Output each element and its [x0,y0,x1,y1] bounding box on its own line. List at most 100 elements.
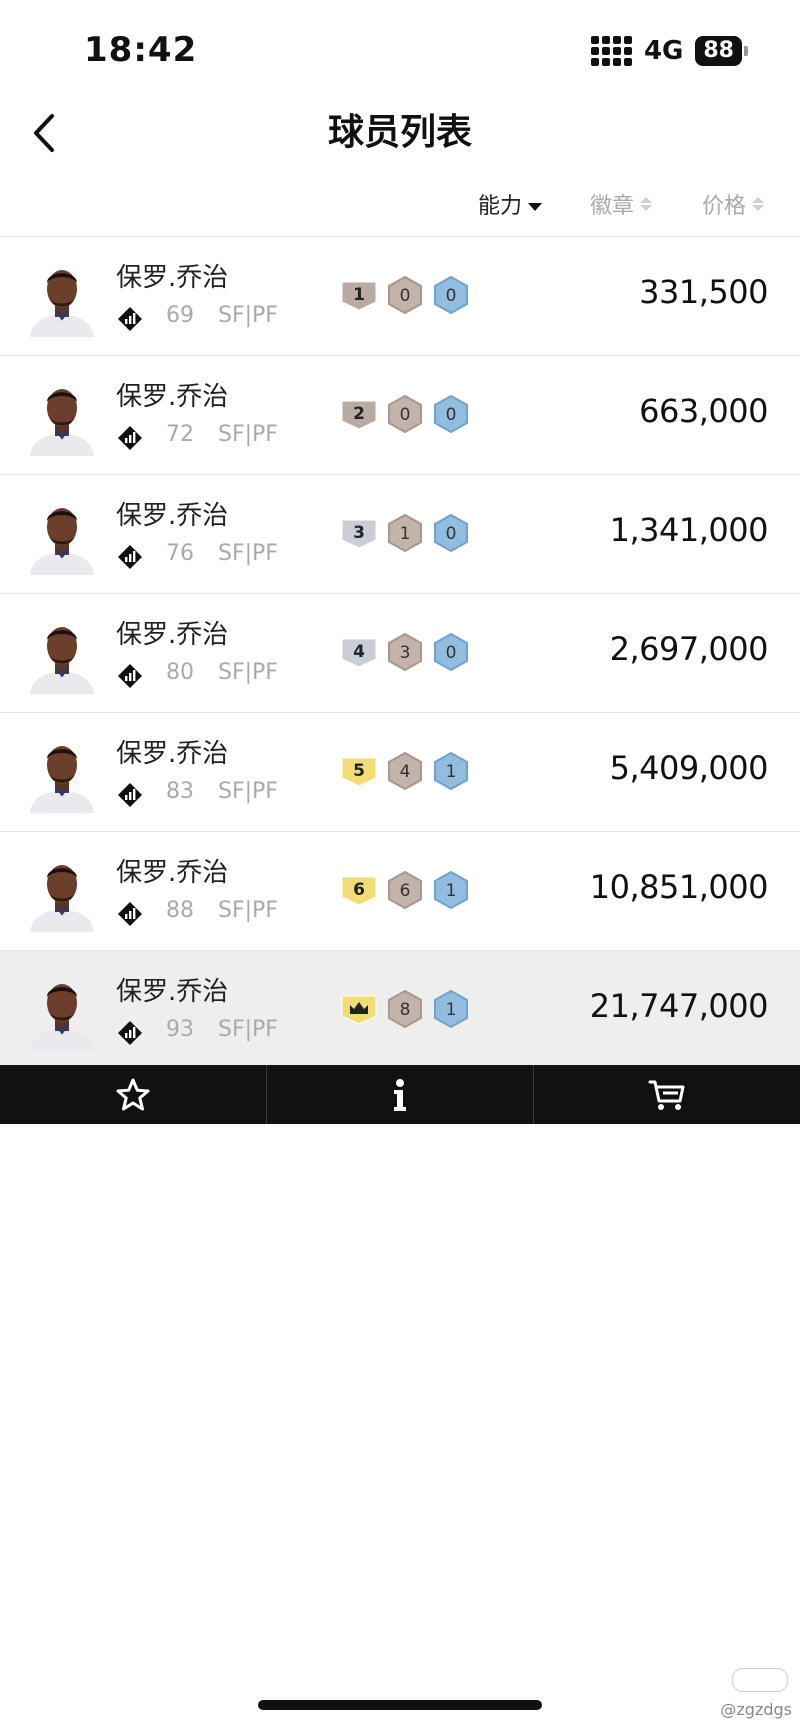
bronze-badge-count: 4 [400,762,411,782]
badge-group: 1 0 0 [340,275,470,315]
rating-icon [118,1021,142,1045]
sort-badge[interactable]: 徽章 [590,188,653,220]
blue-badge: 1 [434,751,468,791]
player-row[interactable]: 保罗.乔治 69 SF|PF 1 0 0 331,500 [0,237,800,356]
player-name: 保罗.乔治 [116,263,229,293]
blue-badge: 1 [434,870,468,910]
level-number: 6 [353,880,365,900]
level-badge: 2 [341,400,377,430]
tab-cart[interactable] [534,1065,800,1124]
level-number: 4 [353,642,365,662]
bronze-badge-count: 0 [400,286,411,306]
level-number: 3 [353,523,365,543]
player-avatar [28,378,96,456]
player-rating: 69 [166,303,194,328]
player-position: SF|PF [218,660,278,685]
bronze-badge-count: 6 [400,881,411,901]
player-name: 保罗.乔治 [116,858,229,888]
bronze-badge: 6 [388,870,422,910]
player-row[interactable]: 保罗.乔治 93 SF|PF 81 21,747,000 [0,951,800,1070]
bronze-badge: 0 [388,394,422,434]
rating-icon [118,783,142,807]
signal-icon [590,36,632,66]
player-avatar [28,259,96,337]
player-position: SF|PF [218,422,278,447]
sort-ability[interactable]: 能力 [478,188,543,220]
blue-badge-count: 0 [446,286,457,306]
player-position: SF|PF [218,541,278,566]
blue-badge: 0 [434,513,468,553]
player-position: SF|PF [218,779,278,804]
player-row[interactable]: 保罗.乔治 76 SF|PF 3 1 0 1,341,000 [0,475,800,594]
level-badge: 4 [341,638,377,668]
player-position: SF|PF [218,1017,278,1042]
sort-price[interactable]: 价格 [702,188,765,220]
player-name: 保罗.乔治 [116,739,229,769]
bronze-badge-count: 8 [400,1000,411,1020]
player-avatar [28,854,96,932]
status-indicators: 4G 88 [590,36,748,66]
player-name: 保罗.乔治 [116,382,229,412]
level-badge: 5 [341,757,377,787]
cart-icon [648,1080,685,1110]
bronze-badge: 3 [388,632,422,672]
rating-icon [118,664,142,688]
badge-group: 81 [340,989,470,1029]
player-price: 663,000 [639,392,768,430]
player-price: 1,341,000 [609,511,769,549]
bronze-badge-count: 3 [400,643,411,663]
network-label: 4G [643,36,684,66]
level-badge [341,995,377,1025]
player-price: 10,851,000 [589,868,769,906]
badge-group: 3 1 0 [340,513,470,553]
sort-price-label: 价格 [702,194,747,219]
blue-badge: 0 [434,394,468,434]
caret-down-icon [528,203,543,211]
player-row[interactable]: 保罗.乔治 72 SF|PF 2 0 0 663,000 [0,356,800,475]
player-avatar [28,616,96,694]
sort-arrows-icon [640,197,653,211]
rating-icon [118,426,142,450]
player-price: 2,697,000 [609,630,769,668]
home-indicator [258,1700,542,1710]
player-price: 5,409,000 [609,749,769,787]
player-row[interactable]: 保罗.乔治 83 SF|PF 5 4 1 5,409,000 [0,713,800,832]
player-position: SF|PF [218,303,278,328]
page-title: 球员列表 [327,112,472,153]
sort-arrows-icon [752,197,765,211]
blue-badge-count: 0 [446,643,457,663]
badge-group: 6 6 1 [340,870,470,910]
player-row[interactable]: 保罗.乔治 80 SF|PF 4 3 0 2,697,000 [0,594,800,713]
blue-badge-count: 1 [446,1000,457,1020]
level-badge: 3 [341,519,377,549]
tab-info[interactable] [267,1065,534,1124]
nav-bar: 球员列表 [0,100,800,166]
blue-badge-count: 1 [446,881,457,901]
level-badge: 1 [341,281,377,311]
player-rating: 76 [166,541,194,566]
badge-group: 5 4 1 [340,751,470,791]
player-rating: 80 [166,660,194,685]
player-name: 保罗.乔治 [116,501,229,531]
player-list: 保罗.乔治 69 SF|PF 100 331,500 保罗.乔治 72 SF|P… [0,237,800,1070]
battery-icon: 88 [695,36,748,66]
tab-bar [0,1065,800,1124]
player-name: 保罗.乔治 [116,977,229,1007]
player-price: 331,500 [639,273,768,311]
player-rating: 83 [166,779,194,804]
bronze-badge: 0 [388,275,422,315]
player-row[interactable]: 保罗.乔治 88 SF|PF 6 6 1 10,851,000 [0,832,800,951]
level-number: 1 [353,285,365,305]
sort-badge-label: 徽章 [590,194,635,219]
player-avatar [28,973,96,1051]
tab-favorite[interactable] [0,1065,267,1124]
status-time: 18:42 [84,30,198,70]
level-number: 2 [353,404,365,424]
star-icon [116,1078,150,1110]
player-rating: 93 [166,1017,194,1042]
watermark-logo [732,1668,788,1692]
rating-icon [118,902,142,926]
player-avatar [28,497,96,575]
player-avatar [28,735,96,813]
blue-badge: 1 [434,989,468,1029]
